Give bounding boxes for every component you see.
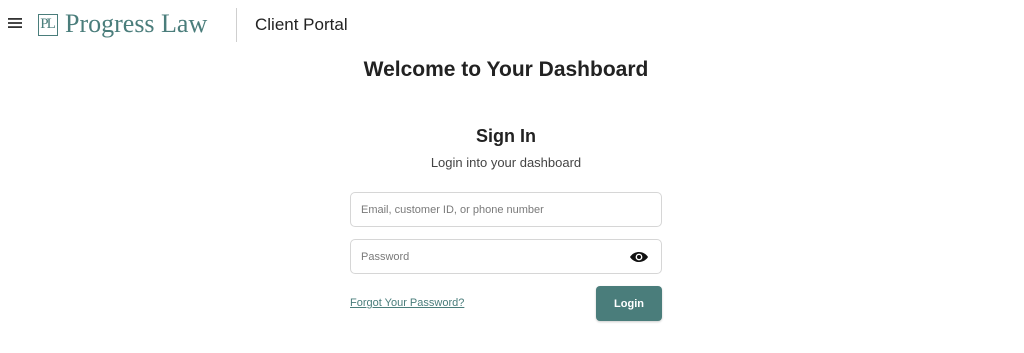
forgot-password-link[interactable]: Forgot Your Password?: [350, 297, 464, 309]
signin-title: Sign In: [476, 126, 536, 146]
email-field[interactable]: [350, 192, 662, 227]
header-divider: [236, 8, 237, 42]
hamburger-menu-icon[interactable]: [6, 14, 24, 32]
eye-icon[interactable]: [629, 249, 649, 265]
signin-subtitle: Login into your dashboard: [430, 155, 582, 170]
login-button[interactable]: Login: [596, 286, 662, 321]
password-field[interactable]: [350, 239, 662, 274]
brand-logo[interactable]: PL Progress Law: [38, 8, 207, 40]
email-input[interactable]: [361, 193, 631, 226]
logo-mark-text: PL: [40, 16, 55, 32]
portal-title: Client Portal: [255, 15, 348, 34]
app-header: PL Progress Law Client Portal: [0, 0, 1024, 50]
logo-text: Progress Law: [65, 9, 208, 38]
page-title: Welcome to Your Dashboard: [363, 58, 649, 81]
logo-mark-icon: PL: [38, 13, 58, 36]
password-input[interactable]: [361, 240, 631, 273]
